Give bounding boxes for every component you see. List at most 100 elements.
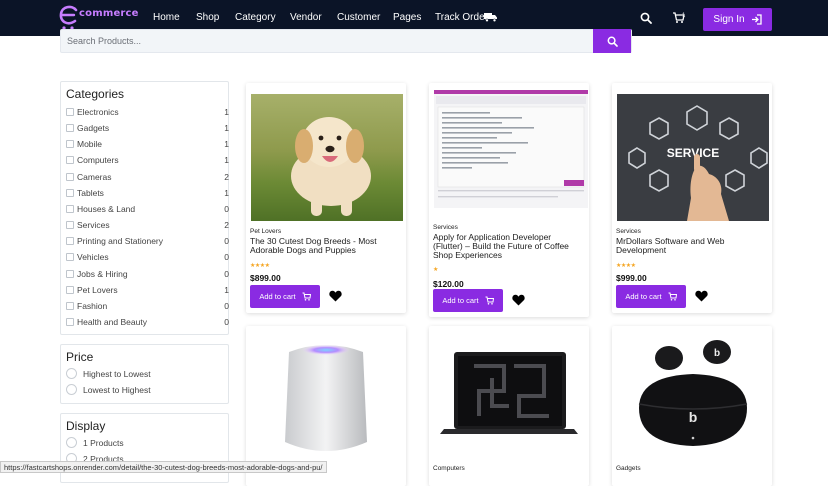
category-count: 2 [224, 171, 229, 182]
category-checkbox[interactable] [66, 124, 74, 133]
radio-button[interactable] [66, 368, 77, 379]
category-filter-item[interactable]: Mobile 1 [66, 139, 229, 151]
product-image[interactable] [434, 336, 584, 456]
category-label: Electronics [77, 107, 119, 117]
category-filter-item[interactable]: Pet Lovers 1 [66, 285, 229, 297]
truck-icon[interactable] [484, 12, 497, 22]
search-input[interactable] [67, 33, 587, 49]
add-to-cart-button[interactable]: Add to cart [616, 285, 686, 308]
category-checkbox[interactable] [66, 237, 74, 246]
category-filter-item[interactable]: Cameras 2 [66, 172, 229, 184]
category-filter-item[interactable]: Electronics 1 [66, 107, 229, 119]
logo-text: commerce [79, 8, 139, 19]
product-image[interactable]: SERVICE [617, 94, 769, 221]
laptop-photo [434, 336, 584, 456]
product-card[interactable]: Services Apply for Application Developer… [429, 83, 589, 317]
product-rating-stars: ★★★★ [250, 263, 270, 269]
category-checkbox[interactable] [66, 221, 74, 230]
category-checkbox[interactable] [66, 285, 74, 294]
category-count: 1 [224, 139, 229, 150]
cart-count-badge: 1 [682, 13, 686, 19]
category-count: 0 [224, 236, 229, 247]
category-filter-item[interactable]: Jobs & Hiring 0 [66, 269, 229, 281]
wishlist-heart-icon[interactable] [512, 294, 525, 306]
search-button[interactable] [593, 29, 631, 53]
category-filter-item[interactable]: Health and Beauty 0 [66, 317, 229, 329]
category-checkbox[interactable] [66, 188, 74, 197]
site-logo[interactable]: commerce [58, 4, 138, 32]
category-count: 0 [224, 268, 229, 279]
categories-panel: Categories Electronics 1 Gadgets 1 Mobile 1 Co… [60, 81, 229, 335]
nav-link-shop[interactable]: Shop [196, 12, 219, 23]
category-checkbox[interactable] [66, 108, 74, 116]
category-filter-item[interactable]: Services 2 [66, 220, 229, 232]
search-icon[interactable] [640, 12, 652, 24]
product-image[interactable] [251, 332, 401, 462]
wishlist-heart-icon[interactable] [329, 290, 342, 302]
category-checkbox[interactable] [66, 269, 74, 278]
search-icon [607, 36, 618, 47]
radio-button[interactable] [66, 384, 77, 395]
cart-icon [302, 292, 311, 301]
price-title: Price [66, 350, 94, 364]
product-image[interactable]: b b [617, 330, 769, 460]
category-count: 1 [224, 107, 229, 117]
radio-button[interactable] [66, 437, 77, 448]
cart-icon [485, 296, 494, 305]
category-label: Computers [77, 155, 119, 166]
product-rating-stars: ★ [433, 267, 438, 273]
category-checkbox[interactable] [66, 204, 74, 213]
category-count: 1 [224, 155, 229, 166]
product-image[interactable] [251, 94, 403, 221]
nav-link-track-order[interactable]: Track Order [435, 12, 488, 23]
nav-link-pages[interactable]: Pages [393, 12, 421, 23]
product-price: $120.00 [433, 279, 464, 289]
product-title[interactable]: MrDollars Software and Web Development [616, 237, 766, 255]
category-checkbox[interactable] [66, 156, 74, 165]
category-label: Gadgets [77, 123, 110, 134]
nav-link-customer[interactable]: Customer [337, 12, 380, 23]
wishlist-heart-icon[interactable] [695, 290, 708, 302]
product-card[interactable]: Pet Lovers The 30 Cutest Dog Breeds - Mo… [246, 83, 406, 313]
category-filter-item[interactable]: Computers 1 [66, 155, 229, 167]
add-to-cart-button[interactable]: Add to cart [433, 289, 503, 312]
svg-text:b: b [689, 409, 698, 425]
product-card[interactable]: b b Gadgets [612, 326, 772, 486]
category-count: 1 [224, 187, 229, 198]
product-card[interactable]: Computers [429, 326, 589, 486]
service-graphic: SERVICE [617, 94, 769, 221]
category-checkbox[interactable] [66, 317, 74, 326]
status-url-tooltip: https://fastcartshops.onrender.com/detai… [0, 461, 327, 473]
category-checkbox[interactable] [66, 140, 74, 149]
category-checkbox[interactable] [66, 301, 74, 310]
category-label: Printing and Stationery [77, 236, 163, 247]
product-image[interactable] [434, 90, 588, 208]
category-filter-item[interactable]: Fashion 0 [66, 301, 229, 313]
product-price: $999.00 [616, 273, 647, 283]
svg-text:b: b [714, 348, 720, 359]
sign-in-button[interactable]: Sign In [703, 8, 772, 31]
product-rating-stars: ★★★★ [616, 263, 636, 269]
nav-link-home[interactable]: Home [153, 12, 180, 23]
category-filter-item[interactable]: Gadgets 1 [66, 123, 229, 135]
category-count: 0 [224, 316, 229, 327]
nav-link-category[interactable]: Category [235, 12, 276, 23]
category-filter-item[interactable]: Houses & Land 0 [66, 204, 229, 216]
product-title[interactable]: Apply for Application Developer (Flutter… [433, 233, 583, 260]
category-label: Health and Beauty [77, 316, 147, 327]
category-filter-item[interactable]: Printing and Stationery 0 [66, 236, 229, 248]
product-price: $899.00 [250, 273, 281, 283]
category-count: 2 [224, 220, 229, 231]
product-card[interactable]: SERVICE Services MrDollars Software and … [612, 83, 772, 313]
product-title[interactable]: The 30 Cutest Dog Breeds - Most Adorable… [250, 237, 400, 255]
category-label: Houses & Land [77, 203, 136, 214]
radio-label: Lowest to Highest [83, 385, 151, 395]
category-filter-item[interactable]: Vehicles 0 [66, 252, 229, 264]
earbuds-photo: b b [617, 330, 769, 460]
category-checkbox[interactable] [66, 253, 74, 262]
category-checkbox[interactable] [66, 172, 74, 181]
category-filter-item[interactable]: Tablets 1 [66, 188, 229, 200]
nav-link-vendor[interactable]: Vendor [290, 12, 322, 23]
add-to-cart-button[interactable]: Add to cart [250, 285, 320, 308]
code-editor-screenshot [434, 90, 588, 208]
